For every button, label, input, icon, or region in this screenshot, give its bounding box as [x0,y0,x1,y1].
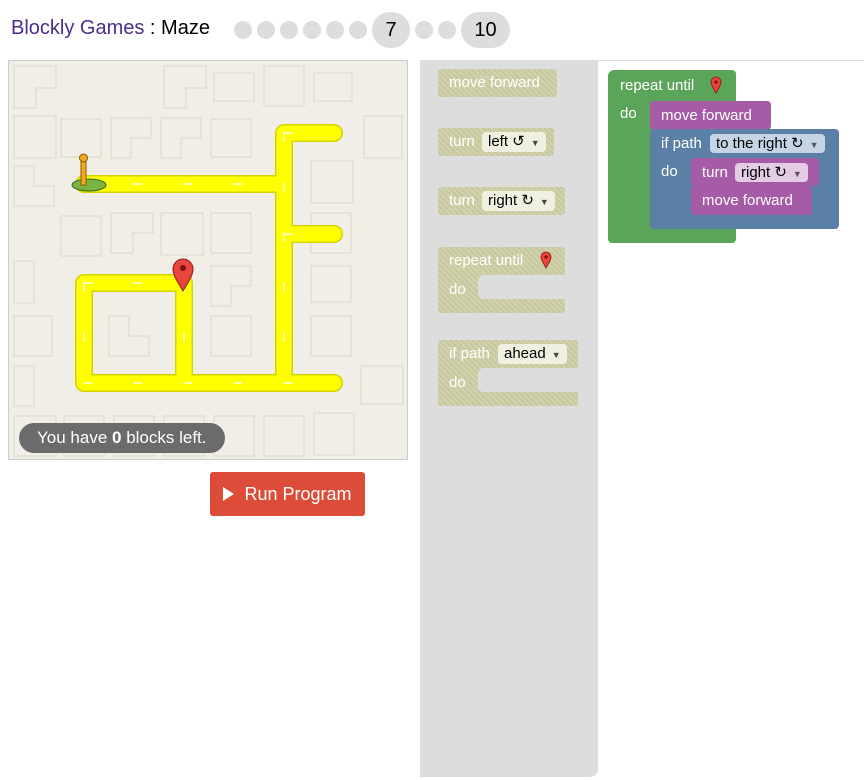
toolbox-repeat-do-slot [478,275,565,299]
page-title: Blockly Games : Maze [11,17,210,40]
program-turn-right-block[interactable]: turn right ↻ ▼ [691,158,819,186]
maze-path [75,124,343,392]
play-icon [223,487,235,501]
maze-canvas: You have 0 blocks left. [8,60,408,460]
toolbox-turn-right-block[interactable]: turn right ↻ ▼ [438,187,565,215]
dropdown-arrow-icon: ▼ [530,138,540,148]
level-dot-6[interactable] [349,21,367,39]
app-name-link[interactable]: Blockly Games [11,17,144,39]
toolbox-if-path-dropdown[interactable]: ahead ▼ [498,344,567,364]
program-move-forward-block-1[interactable]: move forward [650,101,771,130]
toolbox-turn-right-value: right ↻ [488,192,534,209]
toolbox-turn-left-value: left ↺ [488,133,525,150]
capacity-prefix: You have [37,428,112,447]
toolbox-repeat-until-block[interactable]: repeat until do [438,247,565,313]
game-name: Maze [161,17,210,39]
program-turn-value: right ↻ [741,164,787,181]
toolbox-repeat-do-label: do [449,281,466,298]
program-if-path-label: if path [661,135,702,152]
dropdown-arrow-icon: ▼ [792,169,802,179]
maze-wall-tiles [13,65,404,457]
toolbox-move-forward-label: move forward [449,74,540,91]
capacity-suffix: blocks left. [121,428,207,447]
toolbox-move-forward-block[interactable]: move forward [438,69,557,97]
level-dot-9[interactable] [438,21,456,39]
dropdown-arrow-icon: ▼ [539,197,549,207]
marker-icon [540,251,552,269]
level-dot-4[interactable] [303,21,321,39]
level-current-7[interactable]: 7 [372,12,410,48]
toolbox-if-path-label: if path [449,345,490,362]
maze-graphic [13,65,404,457]
toolbox-turn-left-dropdown[interactable]: left ↺ ▼ [482,132,546,152]
program-repeat-until-label: repeat until [620,77,695,94]
title-separator: : [144,17,162,39]
program-move-forward-block-2[interactable]: move forward [691,186,812,215]
marker-icon [710,76,722,94]
level-dot-5[interactable] [326,21,344,39]
level-last-10[interactable]: 10 [461,12,510,48]
toolbox-turn-left-label: turn [449,133,475,150]
program-turn-label: turn [702,164,728,181]
level-dot-2[interactable] [257,21,275,39]
toolbox-if-do-label: do [449,374,466,391]
level-dot-3[interactable] [280,21,298,39]
program-move-forward-label-2: move forward [702,192,793,209]
blocks-capacity-bubble: You have 0 blocks left. [19,423,225,453]
program-if-path-dropdown[interactable]: to the right ↻ ▼ [710,134,825,153]
run-program-button[interactable]: Run Program [210,472,365,516]
toolbox-if-path-block[interactable]: if path ahead ▼ do [438,340,578,406]
program-move-forward-label-1: move forward [661,107,752,124]
toolbox-flyout [421,61,598,777]
level-dot-1[interactable] [234,21,252,39]
header: Blockly Games : Maze 7 10 [0,0,864,60]
toolbox-turn-right-dropdown[interactable]: right ↻ ▼ [482,191,555,211]
program-if-do-label: do [661,163,678,180]
program-repeat-do-label: do [620,105,637,122]
program-turn-dropdown[interactable]: right ↻ ▼ [735,163,808,182]
run-program-label: Run Program [244,483,352,504]
level-selector: 7 10 [234,12,515,48]
toolbox-turn-left-block[interactable]: turn left ↺ ▼ [438,128,554,156]
toolbox-turn-right-label: turn [449,192,475,209]
toolbox-repeat-until-label: repeat until [449,252,524,269]
start-flag-icon [71,153,107,192]
dropdown-arrow-icon: ▼ [551,350,561,360]
level-dot-8[interactable] [415,21,433,39]
dropdown-arrow-icon: ▼ [809,140,819,150]
toolbox-if-path-value: ahead [504,345,546,362]
toolbox-if-do-slot [478,368,578,392]
program-if-path-value: to the right ↻ [716,135,804,152]
